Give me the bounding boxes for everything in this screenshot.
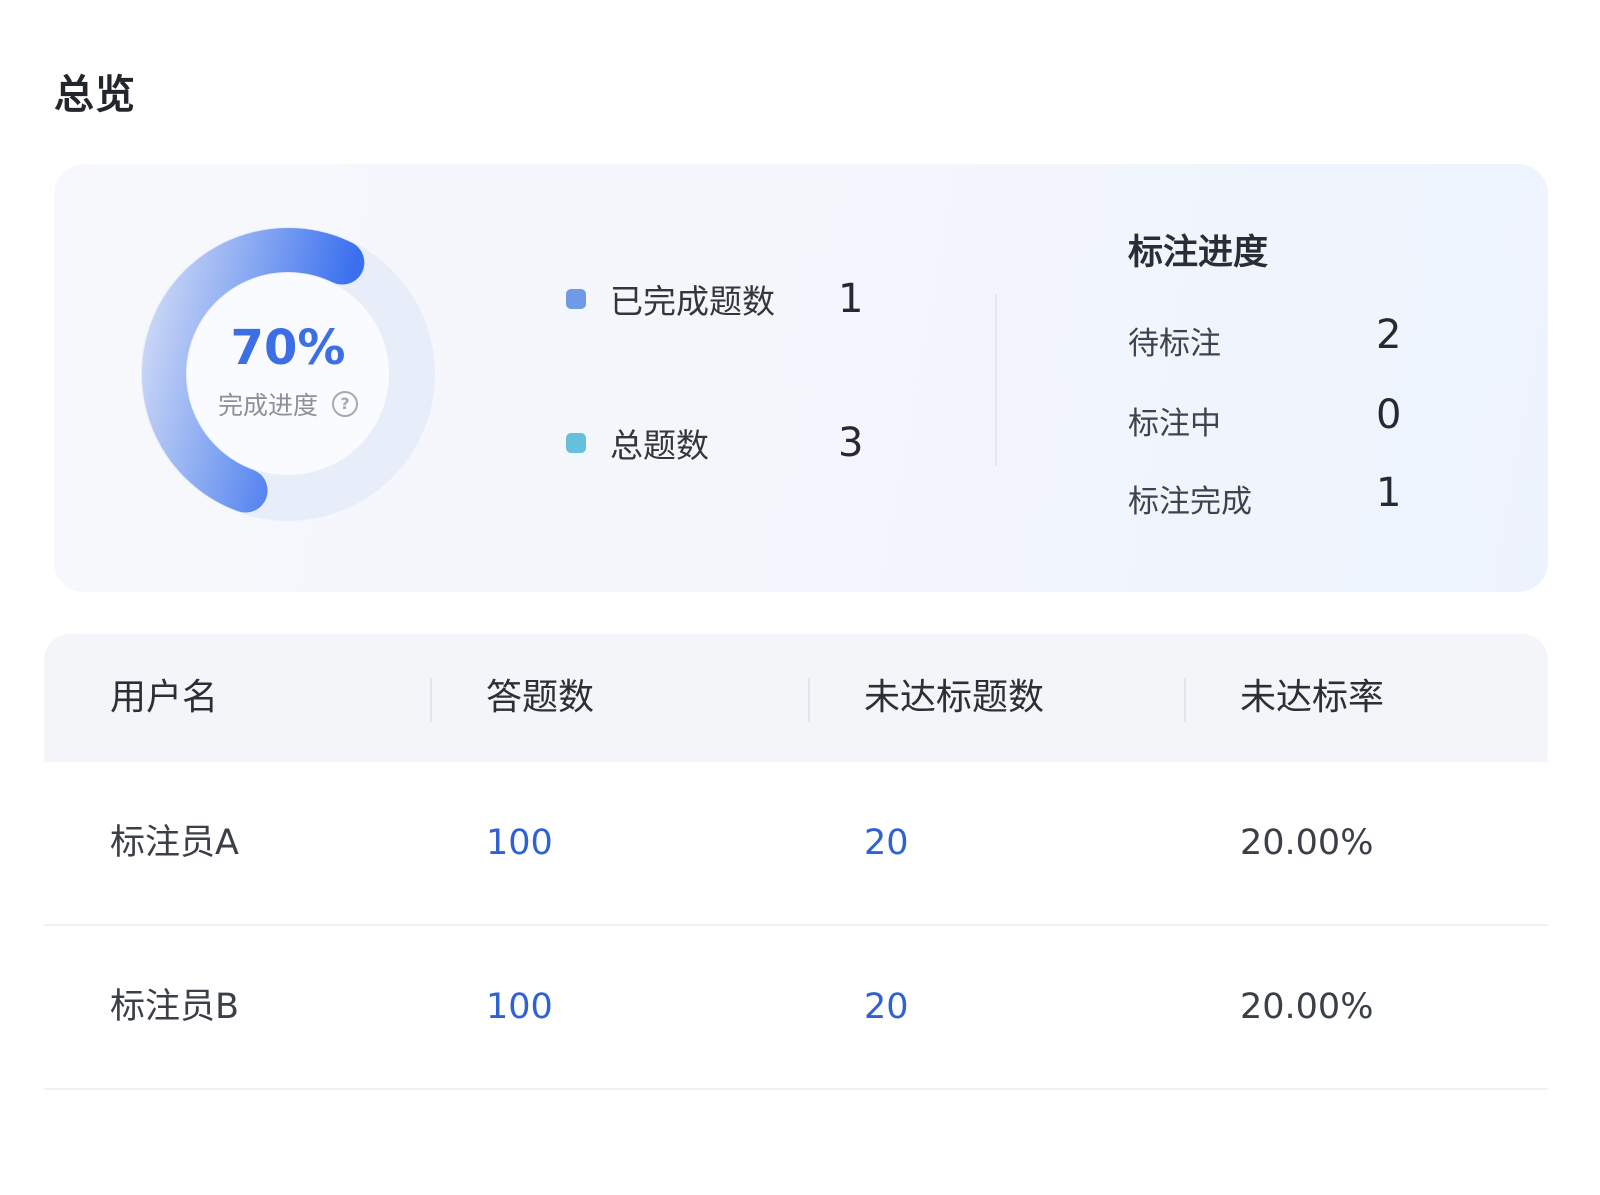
labeling-progress-title: 标注进度 — [1128, 233, 1269, 273]
column-header-failed[interactable]: 未达标题数 — [864, 634, 1044, 762]
cell-username: 标注员A — [110, 823, 239, 863]
donut-center: 70% 完成进度 ? — [138, 224, 438, 524]
progress-label-in-progress: 标注中 — [1128, 406, 1221, 442]
legend-label-completed: 已完成题数 — [610, 282, 775, 321]
completion-label-row: 完成进度 ? — [218, 386, 358, 422]
column-separator — [430, 678, 432, 722]
annotator-table: 用户名 答题数 未达标题数 未达标率 标注员A 100 20 20.00% 标注… — [44, 634, 1548, 1090]
completion-label: 完成进度 — [217, 391, 318, 420]
legend-item-completed: 已完成题数 1 — [566, 274, 896, 324]
question-circle-icon[interactable]: ? — [332, 391, 358, 417]
progress-value-done: 1 — [1376, 470, 1402, 516]
table-row: 标注员B 100 20 20.00% — [44, 926, 1548, 1090]
legend-dot-completed — [566, 289, 586, 309]
cell-answered-link[interactable]: 100 — [486, 762, 553, 924]
column-separator — [808, 678, 810, 722]
column-header-answered[interactable]: 答题数 — [486, 634, 594, 762]
column-header-username[interactable]: 用户名 — [110, 634, 218, 762]
progress-item-done: 标注完成 1 — [1128, 470, 1428, 520]
cell-failed-link[interactable]: 20 — [864, 926, 909, 1088]
progress-value-pending: 2 — [1376, 312, 1402, 358]
completion-donut: 70% 完成进度 ? — [138, 224, 438, 524]
cell-username: 标注员B — [110, 987, 240, 1027]
progress-item-in-progress: 标注中 0 — [1128, 392, 1428, 442]
legend-value-completed: 1 — [838, 276, 864, 322]
progress-label-done: 标注完成 — [1128, 484, 1252, 520]
column-header-fail-rate[interactable]: 未达标率 — [1240, 634, 1384, 762]
vertical-divider — [995, 294, 997, 466]
overview-card: 70% 完成进度 ? 已完成题数 1 总题数 3 标注进度 待标注 2 标注中 … — [54, 164, 1548, 592]
legend-label-total: 总题数 — [610, 426, 709, 465]
table-row: 标注员A 100 20 20.00% — [44, 762, 1548, 926]
cell-fail-rate: 20.00% — [1240, 987, 1374, 1027]
column-separator — [1184, 678, 1186, 722]
legend-dot-total — [566, 433, 586, 453]
cell-answered-link[interactable]: 100 — [486, 926, 553, 1088]
cell-failed-link[interactable]: 20 — [864, 762, 909, 924]
legend-item-total: 总题数 3 — [566, 418, 896, 468]
progress-value-in-progress: 0 — [1376, 392, 1402, 438]
completion-percent: 70% — [230, 320, 346, 376]
progress-item-pending: 待标注 2 — [1128, 312, 1428, 362]
page-title: 总览 — [54, 72, 136, 118]
legend-value-total: 3 — [838, 420, 864, 466]
table-header: 用户名 答题数 未达标题数 未达标率 — [44, 634, 1548, 762]
cell-fail-rate: 20.00% — [1240, 823, 1374, 863]
progress-label-pending: 待标注 — [1128, 326, 1221, 362]
